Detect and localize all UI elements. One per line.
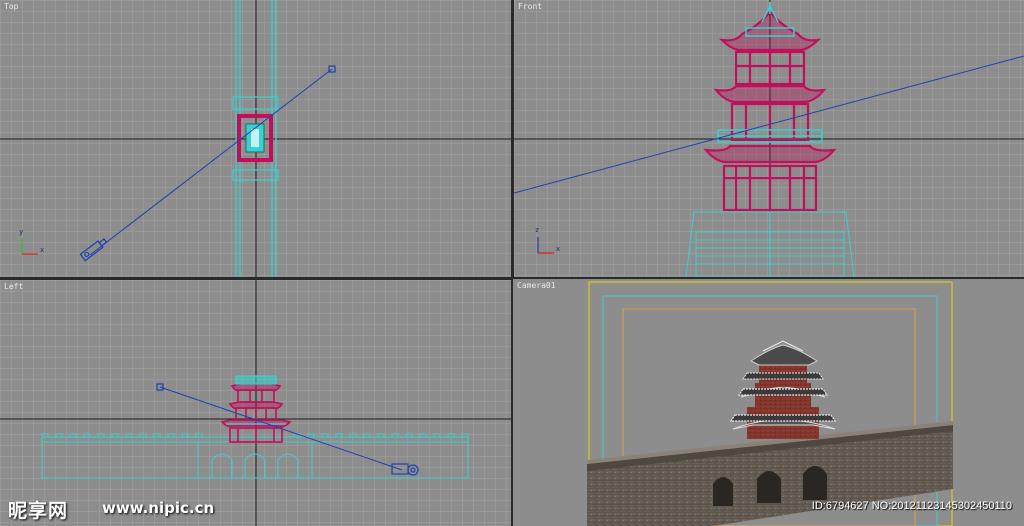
camera-view-canvas xyxy=(513,279,1024,526)
watermark-url: www.nipic.cn xyxy=(102,499,215,517)
axis-label-x: x xyxy=(40,246,44,254)
axis-label-y: y xyxy=(19,228,23,236)
watermark-id: ID:6794627 NO:20121123145302450110 xyxy=(811,500,1012,512)
axis-label-x: x xyxy=(556,245,560,253)
viewport-label-top[interactable]: Top xyxy=(4,2,18,11)
left-view-canvas xyxy=(0,280,511,526)
viewport-front[interactable]: z x Front xyxy=(514,0,1024,277)
axis-label-z: z xyxy=(535,226,539,234)
viewport-label-left[interactable]: Left xyxy=(4,282,23,291)
viewport-label-front[interactable]: Front xyxy=(518,2,542,11)
viewport-left[interactable]: Left xyxy=(0,280,511,526)
top-view-canvas: y x xyxy=(0,0,511,277)
watermark-logo: 昵享网 xyxy=(8,500,69,522)
viewport-camera[interactable]: Camera01 xyxy=(513,279,1024,526)
viewport-top[interactable]: y x Top xyxy=(0,0,511,277)
viewport-label-camera[interactable]: Camera01 xyxy=(517,281,556,290)
front-view-canvas: z x xyxy=(514,0,1024,277)
